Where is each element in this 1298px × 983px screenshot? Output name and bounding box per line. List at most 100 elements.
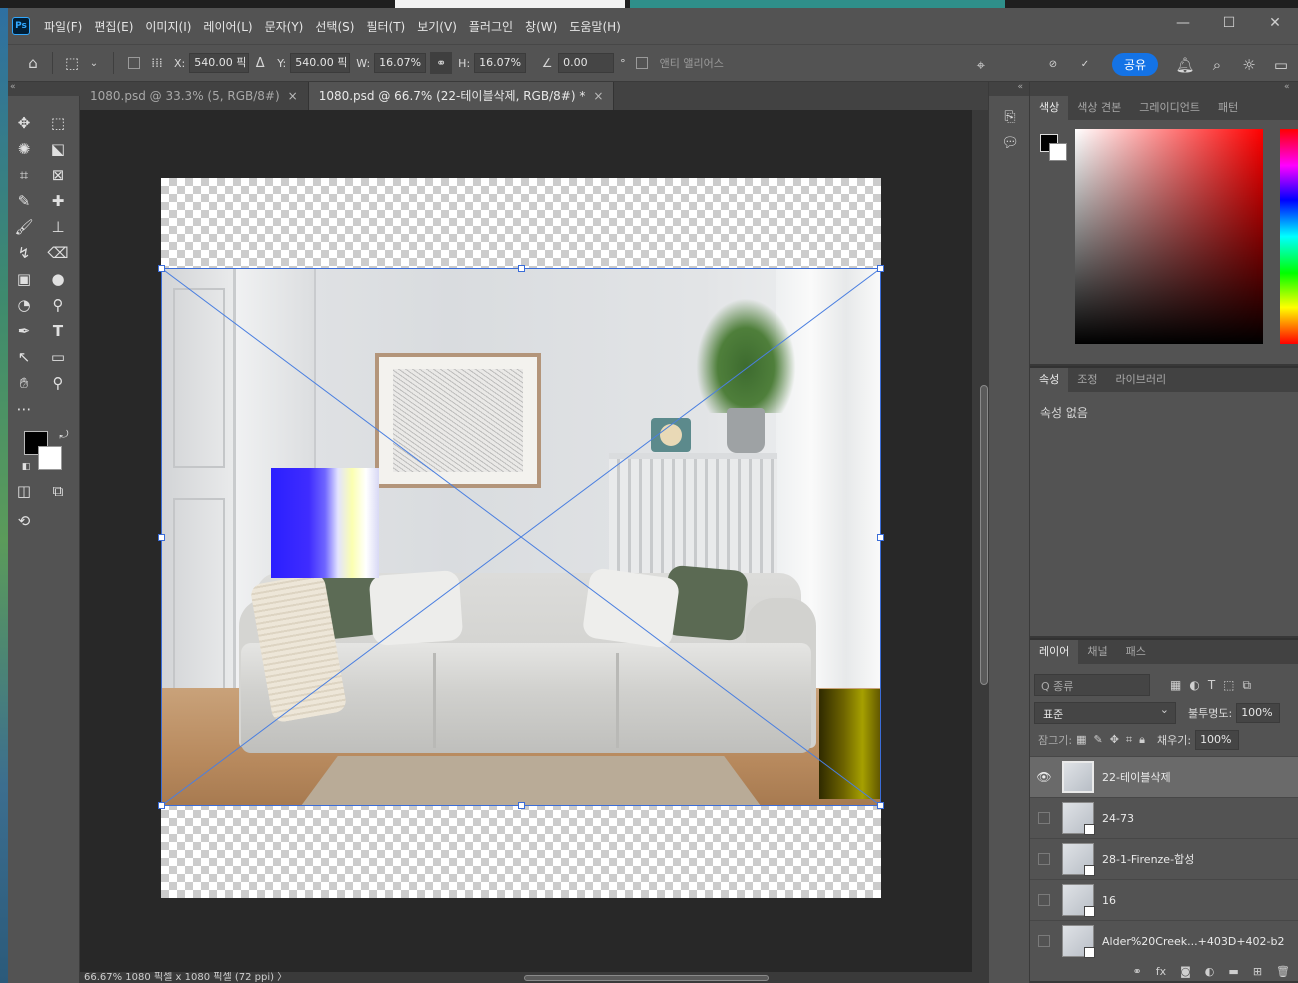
angle-field[interactable]: 0.00 — [558, 53, 615, 73]
minimize-button[interactable]: — — [1160, 8, 1206, 38]
visibility-toggle[interactable] — [1038, 894, 1050, 906]
menu-view[interactable]: 보기(V) — [411, 18, 463, 35]
link-layers-icon[interactable]: ⚭ — [1133, 965, 1142, 981]
history-brush-tool-icon[interactable]: ↯ — [12, 242, 36, 264]
filter-pixel-icon[interactable]: ▦ — [1170, 678, 1181, 693]
tab-color[interactable]: 색상 — [1030, 96, 1069, 120]
lock-position-icon[interactable]: ✥ — [1110, 733, 1119, 747]
filter-shape-icon[interactable]: ⬚ — [1223, 678, 1234, 693]
tab-adjustments[interactable]: 조정 — [1068, 368, 1106, 392]
vertical-scrollbar[interactable] — [972, 110, 988, 972]
healing-brush-tool-icon[interactable]: ✚ — [46, 190, 70, 212]
tab-properties[interactable]: 속성 — [1030, 368, 1069, 392]
eye-icon[interactable]: 👁︎ — [1030, 770, 1058, 784]
lock-all-icon[interactable]: 🔒︎ — [1139, 733, 1145, 747]
transform-handle-bottom[interactable] — [518, 802, 525, 809]
tab-libraries[interactable]: 라이브러리 — [1107, 368, 1176, 392]
crop-tool-icon[interactable]: ⌗ — [12, 164, 36, 186]
quick-select-tool-icon[interactable]: ✺ — [12, 138, 36, 160]
x-field[interactable]: 540.00 픽 — [189, 53, 250, 73]
canvas-area[interactable] — [80, 110, 972, 972]
scrollbar-thumb[interactable] — [980, 385, 988, 685]
layer-row[interactable]: 👁︎ 22-테이블삭제 — [1030, 756, 1298, 797]
menu-help[interactable]: 도움말(H) — [563, 18, 627, 35]
tab-document-2[interactable]: 1080.psd @ 66.7% (22-테이블삭제, RGB/8#) * × — [308, 82, 615, 110]
width-field[interactable]: 16.07% — [374, 53, 427, 73]
bell-icon[interactable]: 🔔︎ — [1174, 54, 1196, 76]
transform-handle-right[interactable] — [877, 534, 884, 541]
lock-transparent-icon[interactable]: ▦ — [1076, 733, 1086, 747]
transform-handle-top-left[interactable] — [158, 265, 165, 272]
search-icon[interactable]: ⌕ — [1206, 54, 1228, 76]
blur-tool-icon[interactable]: ● — [46, 268, 70, 290]
layer-row[interactable]: 16 — [1030, 879, 1298, 920]
add-mask-icon[interactable]: ◙ — [1180, 965, 1191, 981]
zoom-tool-icon[interactable]: ⚲ — [46, 372, 70, 394]
move-tool-icon[interactable]: ✥ — [12, 112, 36, 134]
quick-mask-icon[interactable]: ◫ — [12, 480, 36, 502]
tab-channels[interactable]: 채널 — [1078, 640, 1116, 664]
scrollbar-thumb[interactable] — [524, 975, 769, 981]
background-color-swatch[interactable] — [38, 446, 62, 470]
cancel-transform-icon[interactable]: ⊘ — [1042, 54, 1064, 76]
visibility-toggle[interactable] — [1038, 812, 1050, 824]
opacity-field[interactable]: 100% — [1236, 703, 1281, 723]
group-icon[interactable]: ▬ — [1228, 965, 1238, 981]
warp-mode-icon[interactable]: ⌖ — [970, 54, 992, 76]
trash-icon[interactable]: 🗑︎ — [1276, 965, 1290, 981]
close-button[interactable]: ✕ — [1252, 8, 1298, 38]
color-picker-field[interactable] — [1075, 129, 1263, 344]
more-tools-icon[interactable]: ⋯ — [12, 398, 36, 420]
fx-icon[interactable]: fx — [1156, 965, 1166, 981]
eraser-tool-icon[interactable]: ⌫ — [46, 242, 70, 264]
lightbulb-icon[interactable]: ☼ — [1238, 54, 1260, 76]
hand-tool-icon[interactable]: ✋︎ — [12, 372, 36, 394]
color-panel-background-swatch[interactable] — [1049, 143, 1067, 161]
antialias-checkbox[interactable] — [635, 57, 648, 69]
adjustment-layer-icon[interactable]: ◐ — [1205, 965, 1215, 981]
menu-filter[interactable]: 필터(T) — [360, 18, 411, 35]
maximize-button[interactable]: ☐ — [1206, 8, 1252, 38]
stamp-tool-icon[interactable]: ⊥ — [46, 216, 70, 238]
tab-paths[interactable]: 패스 — [1117, 640, 1155, 664]
edit-toolbar-icon[interactable]: ⟲ — [12, 510, 36, 532]
menu-file[interactable]: 파일(F) — [38, 18, 88, 35]
chevron-down-icon[interactable]: ⌄ — [83, 52, 105, 74]
eyedropper-tool-icon[interactable]: ✎ — [12, 190, 36, 212]
tab-layers[interactable]: 레이어 — [1030, 640, 1079, 664]
fill-field[interactable]: 100% — [1195, 730, 1240, 750]
tab-document-1[interactable]: 1080.psd @ 33.3% (5, RGB/8#) × — [80, 82, 309, 110]
mini-collapse-handle[interactable]: « — [989, 82, 1029, 96]
history-panel-icon[interactable]: ⎘ — [989, 104, 1031, 130]
lock-pixels-icon[interactable]: ✎ — [1093, 733, 1102, 747]
move-tool-preset-icon[interactable]: ⬚ — [61, 52, 83, 74]
gradient-tool-icon[interactable]: ▣ — [12, 268, 36, 290]
reference-point-grid-icon[interactable]: ⁞⁞⁞ — [146, 52, 168, 74]
layer-kind-filter[interactable]: Q 종류 — [1034, 674, 1150, 696]
filter-smart-object-icon[interactable]: ⧉ — [1243, 678, 1252, 693]
blend-mode-select[interactable]: 표준 — [1034, 702, 1176, 724]
default-colors-icon[interactable]: ◧ — [14, 456, 38, 478]
screen-mode-icon[interactable]: ⧉ — [46, 480, 70, 502]
home-icon[interactable]: ⌂ — [22, 52, 44, 74]
brush-tool-icon[interactable]: 🖌︎ — [12, 216, 36, 238]
transform-handle-left[interactable] — [158, 534, 165, 541]
tab-swatches[interactable]: 색상 견본 — [1068, 96, 1130, 120]
reference-point-checkbox[interactable] — [128, 57, 140, 69]
rectangle-tool-icon[interactable]: ▭ — [46, 346, 70, 368]
menu-select[interactable]: 선택(S) — [309, 18, 360, 35]
link-icon[interactable]: ⚭ — [430, 52, 453, 74]
room-photo-layer[interactable] — [161, 268, 881, 806]
transform-handle-top[interactable] — [518, 265, 525, 272]
frame-tool-icon[interactable]: ⊠ — [46, 164, 70, 186]
hue-slider[interactable] — [1280, 129, 1298, 344]
close-tab-icon[interactable]: × — [593, 89, 603, 103]
visibility-toggle[interactable] — [1038, 853, 1050, 865]
type-tool-icon[interactable]: T — [46, 320, 70, 342]
transform-handle-bottom-left[interactable] — [158, 802, 165, 809]
layer-row[interactable]: Alder%20Creek...+403D+402-b2 — [1030, 920, 1298, 961]
close-tab-icon[interactable]: × — [288, 89, 298, 103]
commit-transform-icon[interactable]: ✓ — [1074, 54, 1096, 76]
comments-panel-icon[interactable]: 💬︎ — [989, 130, 1031, 156]
filter-type-icon[interactable]: T — [1208, 678, 1215, 693]
